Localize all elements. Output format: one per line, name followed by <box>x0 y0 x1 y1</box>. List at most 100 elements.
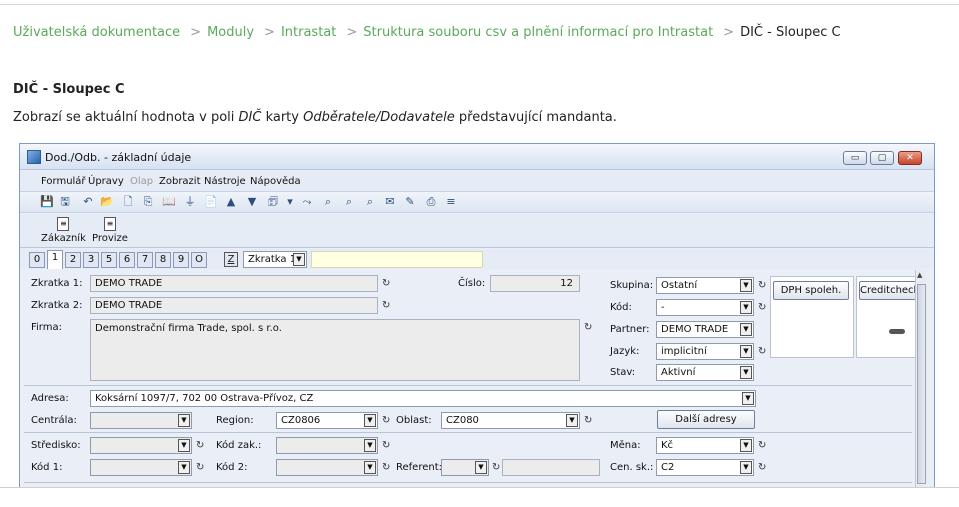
chevron-down-icon[interactable]: ▼ <box>364 439 376 452</box>
menu-item-form[interactable]: Formulář <box>41 176 86 187</box>
mena-combo[interactable]: Kč ▼ <box>656 437 754 454</box>
chevron-down-icon[interactable]: ▼ <box>740 345 752 358</box>
chevron-down-icon[interactable]: ▼ <box>566 414 578 427</box>
filter-icon[interactable]: ⏚ <box>183 195 197 209</box>
chevron-down-icon[interactable]: ▼ <box>293 253 305 266</box>
skupina-combo[interactable]: Ostatní ▼ <box>656 277 754 294</box>
sort-combo[interactable]: Zkratka 1 ▼ <box>243 251 307 268</box>
kod2-combo[interactable]: ▼ <box>276 459 378 476</box>
history-icon[interactable]: ↻ <box>382 440 390 451</box>
save-as-icon[interactable]: 🖫 <box>58 195 72 209</box>
breadcrumb-link-modules[interactable]: Moduly <box>207 25 254 40</box>
tab-7[interactable]: 7 <box>137 252 153 268</box>
history-icon[interactable]: ↻ <box>758 462 766 473</box>
history-icon[interactable]: ↻ <box>584 322 592 333</box>
save-icon[interactable]: 💾 <box>40 195 54 209</box>
find-next-icon[interactable]: ⌕ <box>342 195 356 209</box>
chevron-down-icon[interactable]: ▼ <box>742 392 754 405</box>
region-combo[interactable]: CZ0806 ▼ <box>276 412 378 429</box>
find-all-icon[interactable]: ⌕ <box>363 195 377 209</box>
jazyk-combo[interactable]: implicitní ▼ <box>656 343 754 360</box>
undo-icon[interactable]: ↶ <box>81 195 95 209</box>
chevron-down-icon[interactable]: ▼ <box>364 414 376 427</box>
tab-0[interactable]: 0 <box>29 252 45 268</box>
zkratka1-field[interactable]: DEMO TRADE <box>90 275 378 292</box>
chevron-down-icon[interactable]: ▼ <box>740 439 752 452</box>
history-icon[interactable]: ↻ <box>758 302 766 313</box>
cen-sk-combo[interactable]: C2 ▼ <box>656 459 754 476</box>
scroll-up-icon[interactable]: ▲ <box>917 271 922 279</box>
history-icon[interactable]: ↻ <box>758 440 766 451</box>
minimize-button[interactable]: ▭ <box>843 151 867 165</box>
history-icon[interactable]: ↻ <box>196 440 204 451</box>
menu-item-tools[interactable]: Nástroje <box>204 176 246 187</box>
history-icon[interactable]: ↻ <box>196 462 204 473</box>
history-icon[interactable]: ↻ <box>382 415 390 426</box>
print-icon[interactable]: 🗊 <box>266 195 280 209</box>
chevron-down-icon[interactable]: ▾ <box>283 195 297 209</box>
breadcrumb-link-structure[interactable]: Struktura souboru csv a plnění informací… <box>363 25 713 40</box>
scan-icon[interactable]: ⎙ <box>424 195 438 209</box>
kod-zak-combo[interactable]: ▼ <box>276 437 378 454</box>
stredisko-combo[interactable]: ▼ <box>90 437 192 454</box>
kod-combo[interactable]: - ▼ <box>656 299 754 316</box>
binoculars-icon[interactable]: ⌕ <box>321 195 335 209</box>
customer-tool-button[interactable]: ≡ Zákazník <box>41 217 86 244</box>
zkratka2-field[interactable]: DEMO TRADE <box>90 297 378 314</box>
breadcrumb-link-docs[interactable]: Uživatelská dokumentace <box>13 25 180 40</box>
vertical-scrollbar[interactable]: ▲ <box>915 270 927 487</box>
tab-1[interactable]: 1 <box>47 250 63 269</box>
stav-combo[interactable]: Aktivní ▼ <box>656 364 754 381</box>
centrala-combo[interactable]: ▼ <box>90 412 192 429</box>
history-icon[interactable]: ↻ <box>492 462 500 473</box>
chevron-down-icon[interactable]: ▼ <box>178 414 190 427</box>
menu-item-view[interactable]: Zobrazit <box>159 176 201 187</box>
mail-icon[interactable]: ✉ <box>383 195 397 209</box>
chevron-down-icon[interactable]: ▼ <box>740 323 752 336</box>
list-icon[interactable]: ≡ <box>444 195 458 209</box>
kod1-combo[interactable]: ▼ <box>90 459 192 476</box>
referent-combo[interactable]: ▼ <box>441 459 489 476</box>
copy-icon[interactable]: ⎘ <box>141 195 155 209</box>
dph-spoleh-button[interactable]: DPH spoleh. <box>773 281 849 300</box>
edit-icon[interactable]: ✎ <box>403 195 417 209</box>
dalsi-adresy-button[interactable]: Další adresy <box>657 410 755 429</box>
open-folder-icon[interactable]: 📂 <box>100 195 114 209</box>
tab-3[interactable]: 3 <box>83 252 99 268</box>
chevron-down-icon[interactable]: ▼ <box>740 461 752 474</box>
tab-8[interactable]: 8 <box>155 252 171 268</box>
z-button[interactable]: Z <box>224 252 238 267</box>
partner-combo[interactable]: DEMO TRADE ▼ <box>656 321 754 338</box>
firma-field[interactable]: Demonstrační firma Trade, spol. s r.o. <box>90 319 580 381</box>
chevron-down-icon[interactable]: ▼ <box>740 366 752 379</box>
cislo-field[interactable]: 12 <box>490 275 580 292</box>
history-icon[interactable]: ↻ <box>382 278 390 289</box>
commission-tool-button[interactable]: ≡ Provize <box>92 217 128 244</box>
creditcheck-button[interactable]: Creditcheck <box>859 281 919 300</box>
tab-2[interactable]: 2 <box>65 252 81 268</box>
arrow-down-icon[interactable]: ▼ <box>245 195 259 209</box>
new-document-icon[interactable]: 🗋 <box>121 195 135 209</box>
close-button[interactable]: ✕ <box>898 151 922 165</box>
menu-item-olap[interactable]: Olap <box>130 176 153 187</box>
jump-icon[interactable]: ⤳ <box>300 195 314 209</box>
chevron-down-icon[interactable]: ▼ <box>178 461 190 474</box>
history-icon[interactable]: ↻ <box>382 300 390 311</box>
oblast-combo[interactable]: CZ080 ▼ <box>441 412 580 429</box>
referent-name-field[interactable] <box>502 459 600 476</box>
chevron-down-icon[interactable]: ▼ <box>740 301 752 314</box>
tab-6[interactable]: 6 <box>119 252 135 268</box>
menu-item-edit[interactable]: Úpravy <box>88 176 124 187</box>
chevron-down-icon[interactable]: ▼ <box>475 461 487 474</box>
chevron-down-icon[interactable]: ▼ <box>364 461 376 474</box>
chevron-down-icon[interactable]: ▼ <box>178 439 190 452</box>
arrow-up-icon[interactable]: ▲ <box>224 195 238 209</box>
adresa-combo[interactable]: Koksární 1097/7, 702 00 Ostrava-Přívoz, … <box>90 390 756 407</box>
breadcrumb-link-intrastat[interactable]: Intrastat <box>281 25 336 40</box>
history-icon[interactable]: ↻ <box>758 280 766 291</box>
scrollbar-thumb[interactable] <box>917 284 926 484</box>
history-icon[interactable]: ↻ <box>584 415 592 426</box>
chevron-down-icon[interactable]: ▼ <box>740 279 752 292</box>
tab-o[interactable]: O <box>191 252 207 268</box>
quick-search-input[interactable] <box>311 251 483 268</box>
